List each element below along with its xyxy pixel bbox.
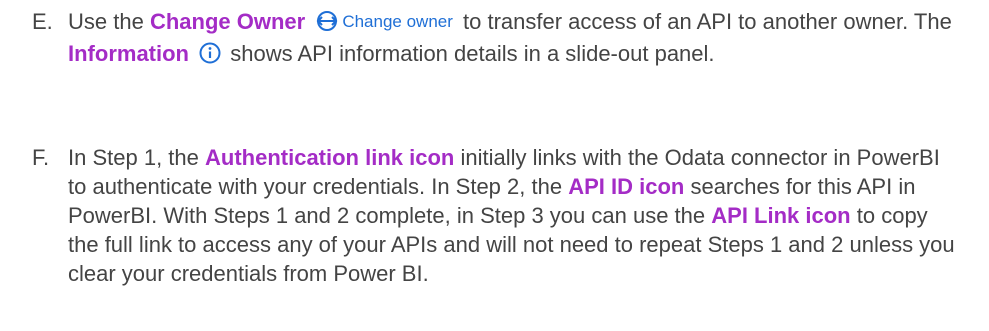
api-id-term: API ID icon <box>568 174 685 199</box>
text-segment: Use the <box>68 9 144 34</box>
list-item-f: F. In Step 1, the Authentication link ic… <box>32 143 962 288</box>
list-item-text: Use the Change Owner Change owner to tra… <box>68 7 962 71</box>
change-owner-icon <box>315 10 339 39</box>
list-marker: E. <box>32 9 53 34</box>
list-item-text: In Step 1, the Authentication link icon … <box>68 143 962 288</box>
change-owner-button-label: Change owner <box>342 12 453 31</box>
api-link-term: API Link icon <box>711 203 851 228</box>
authentication-link-term: Authentication link icon <box>205 145 455 170</box>
change-owner-term: Change Owner <box>149 9 306 34</box>
information-term: Information <box>68 41 189 66</box>
text-segment: to transfer access of an API to another … <box>463 9 952 34</box>
text-segment: shows API information details in a slide… <box>230 41 715 66</box>
list-marker: F. <box>32 145 50 170</box>
list-item-e: E. Use the Change Owner Change owner to … <box>32 7 962 71</box>
info-icon <box>199 42 221 71</box>
text-segment: In Step 1, the <box>68 145 199 170</box>
document-body: E. Use the Change Owner Change owner to … <box>0 0 989 331</box>
